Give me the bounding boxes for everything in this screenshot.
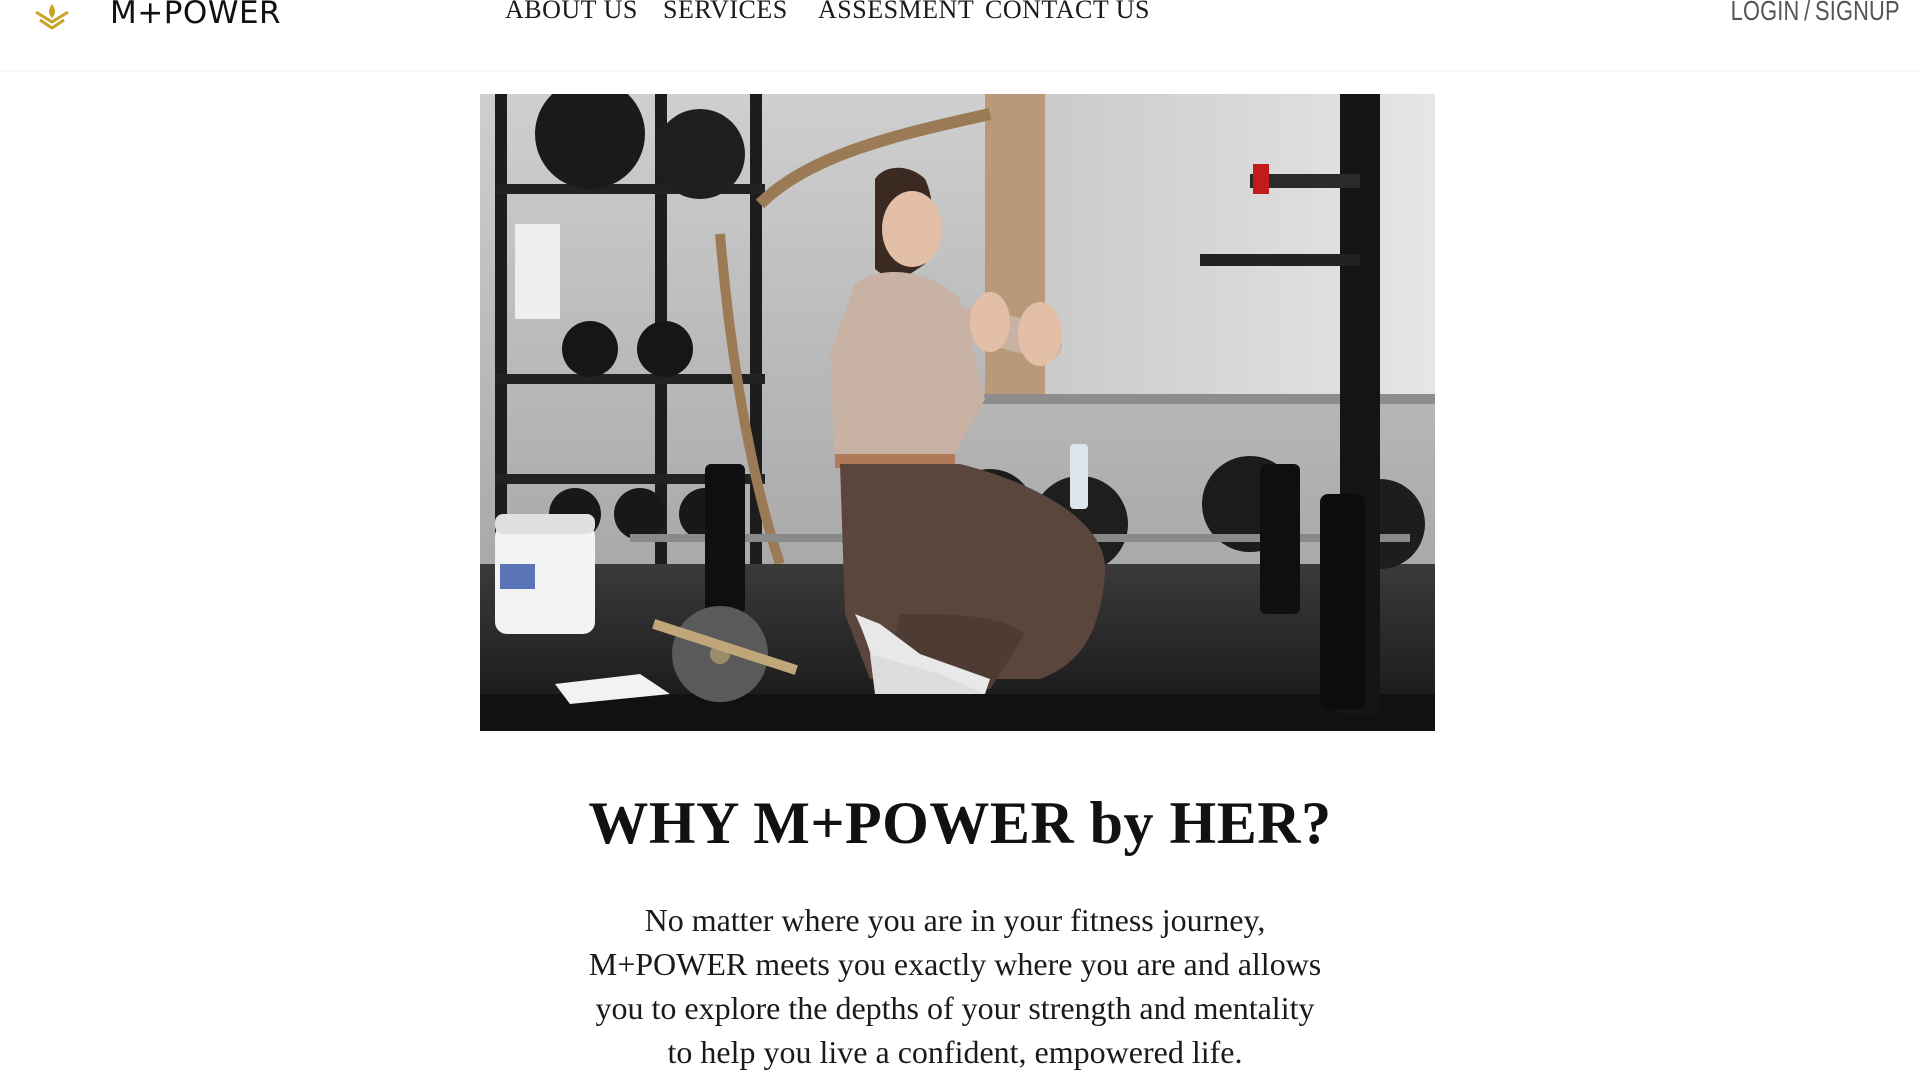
gym-photo (480, 94, 1435, 731)
intro-line: you to explore the depths of your streng… (595, 990, 1315, 1026)
hero-image (480, 94, 1435, 731)
lotus-icon (35, 4, 69, 30)
page-headline: WHY M+POWER by HER? (588, 790, 1332, 856)
signup-link[interactable]: SIGNUP (1815, 0, 1900, 26)
site-header: M+POWER ABOUT US SERVICES ASSESMENT CONT… (0, 0, 1920, 70)
nav-about-us[interactable]: ABOUT US (505, 0, 638, 24)
auth-separator: / (1804, 0, 1811, 26)
intro-line: to help you live a confident, empowered … (667, 1034, 1243, 1070)
brand-name: M+POWER (110, 0, 282, 31)
nav-contact-us[interactable]: CONTACT US (985, 0, 1150, 24)
login-link[interactable]: LOGIN (1731, 0, 1800, 26)
intro-line: M+POWER meets you exactly where you are … (588, 946, 1322, 982)
brand-logo[interactable]: M+POWER (32, 0, 281, 34)
nav-services[interactable]: SERVICES (663, 0, 788, 24)
nav-assesment[interactable]: ASSESMENT (818, 0, 974, 24)
auth-links: LOGIN / SIGNUP (1731, 0, 1900, 26)
intro-line: No matter where you are in your fitness … (644, 902, 1266, 938)
intro-paragraph: No matter where you are in your fitness … (560, 898, 1350, 1074)
